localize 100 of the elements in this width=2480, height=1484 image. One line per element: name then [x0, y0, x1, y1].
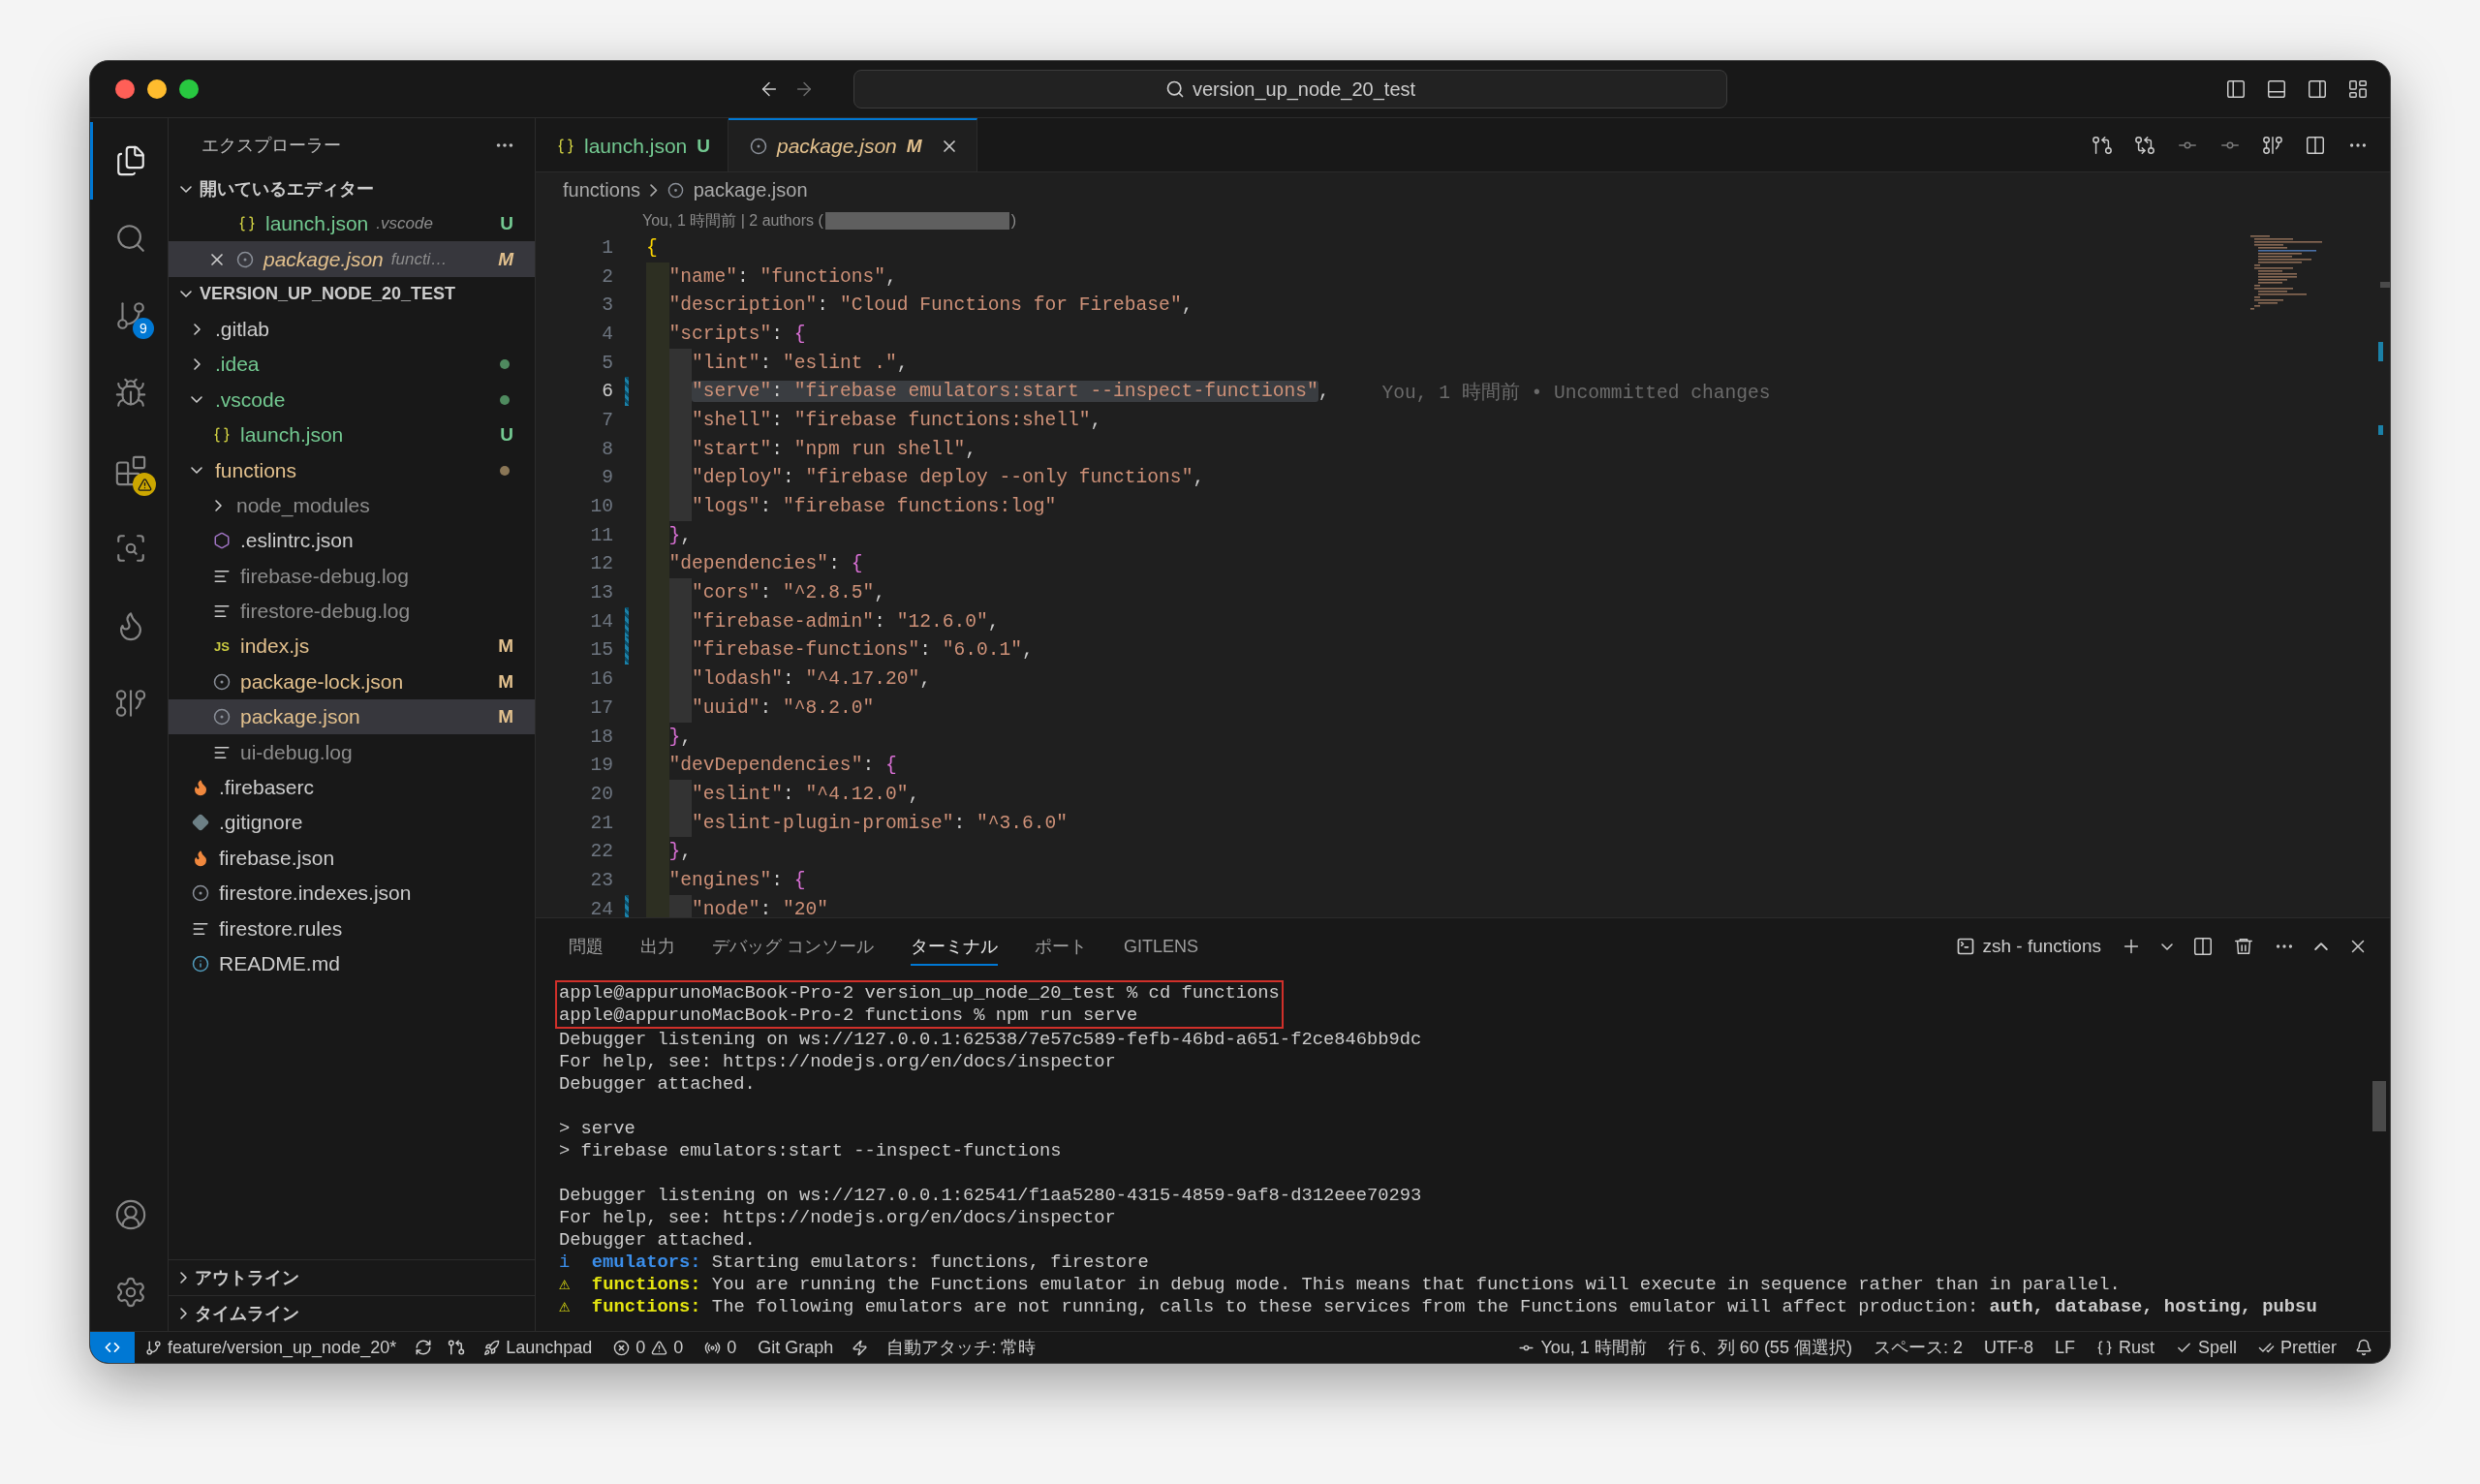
chevron-down-icon[interactable]: [191, 396, 202, 404]
folder-row[interactable]: .vscode: [169, 382, 535, 417]
open-editor-item[interactable]: package.json functi… M: [169, 241, 535, 277]
file-row[interactable]: README.md: [169, 945, 535, 982]
panel-tab[interactable]: GITLENS: [1124, 928, 1199, 965]
lightning-icon[interactable]: [852, 1339, 869, 1356]
file-row[interactable]: firebase.json: [169, 840, 535, 877]
chevron-right-icon[interactable]: [193, 323, 201, 335]
file-row[interactable]: firebase-debug.log: [169, 558, 535, 594]
blame-text[interactable]: You, 1 時間前 | 2 authors (: [642, 210, 823, 232]
language-item[interactable]: Rust: [2085, 1337, 2165, 1358]
git-status-label: M: [498, 706, 513, 728]
code-line: },: [668, 726, 693, 748]
code-line: "node": "20": [692, 898, 829, 917]
folder-row[interactable]: node_modules: [169, 487, 535, 524]
section-header[interactable]: 開いているエディター: [169, 171, 535, 206]
code-line: "eslint-plugin-promise": "^3.6.0": [692, 812, 1069, 834]
panel-right-icon[interactable]: [2307, 78, 2328, 100]
zoom-window-button[interactable]: [179, 79, 199, 99]
scrollbar-thumb[interactable]: [2380, 282, 2390, 288]
chevron-down-icon[interactable]: [2161, 943, 2173, 950]
blocks-icon: [113, 454, 147, 487]
command-search-field[interactable]: version_up_node_20_test: [853, 70, 1727, 108]
pull-request-icon[interactable]: [448, 1339, 466, 1356]
spell-item[interactable]: Spell: [2164, 1337, 2248, 1358]
count-badge: 9: [133, 318, 154, 339]
change-marker: [2378, 342, 2383, 361]
file-row[interactable]: firestore-debug.log: [169, 593, 535, 630]
open-editor-item[interactable]: launch.json .vscode U: [169, 206, 535, 242]
file-name: launch.json: [265, 212, 369, 236]
trash-icon[interactable]: [2233, 936, 2254, 957]
folder-hint: functi…: [390, 249, 448, 269]
chevron-down-icon[interactable]: [191, 467, 202, 475]
panel-bottom-icon[interactable]: [2266, 78, 2287, 100]
terminal-selector[interactable]: zsh - functions: [1955, 936, 2101, 957]
line-ending-item[interactable]: LF: [2043, 1337, 2086, 1358]
git-graph-item[interactable]: Git Graph: [747, 1337, 845, 1358]
panel-tab[interactable]: 問題: [569, 927, 604, 966]
code-line: "cors": "^2.8.5",: [692, 582, 885, 604]
file-row[interactable]: .firebaserc: [169, 769, 535, 806]
panel-tab[interactable]: ターミナル: [911, 927, 998, 966]
chevron-right-icon[interactable]: [180, 1272, 187, 1283]
layout-icon[interactable]: [2347, 78, 2369, 100]
cursor-position-item[interactable]: 行 6、列 60 (55 個選択): [1657, 1336, 1863, 1359]
scrollbar-thumb[interactable]: [2372, 1081, 2386, 1131]
folder-row[interactable]: .gitlab: [169, 311, 535, 348]
file-row[interactable]: firestore.rules: [169, 911, 535, 946]
file-row[interactable]: launch.json U: [169, 417, 535, 453]
terminal-line: ⚠ functions: The following emulators are not running, calls to these services from the Functions emulator will affect production: auth, database, hosting, pubsu: [559, 1296, 2317, 1318]
branch-item[interactable]: feature/version_up_node_20*: [135, 1337, 408, 1358]
activity-bar-item[interactable]: 9: [90, 277, 168, 355]
sync-icon[interactable]: [415, 1339, 433, 1356]
blame-item[interactable]: You, 1 時間前: [1507, 1336, 1658, 1359]
chevron-down-icon[interactable]: [180, 185, 192, 193]
bell-icon[interactable]: [2355, 1339, 2372, 1356]
file-name: functions: [215, 458, 297, 482]
encoding-item[interactable]: UTF-8: [1972, 1337, 2044, 1358]
chevron-right-icon[interactable]: [193, 358, 201, 371]
ports-item[interactable]: 0: [694, 1337, 748, 1358]
search-icon: [1164, 79, 1185, 99]
split-terminal-icon[interactable]: [2192, 936, 2214, 957]
section-header[interactable]: アウトライン: [169, 1259, 535, 1295]
panel-tab[interactable]: デバッグ コンソール: [712, 927, 874, 966]
panel-left-icon[interactable]: [2225, 78, 2247, 100]
remote-button[interactable]: [90, 1332, 135, 1363]
file-row[interactable]: firestore.indexes.json: [169, 876, 535, 912]
code-line: "start": "npm run shell",: [692, 438, 976, 460]
launchpad-item[interactable]: Launchpad: [473, 1337, 604, 1358]
breadcrumb-item[interactable]: functions: [563, 179, 641, 201]
indentation-item[interactable]: スペース: 2: [1862, 1336, 1973, 1359]
auto-attach-item[interactable]: 自動アタッチ: 常時: [876, 1336, 1047, 1359]
compare-arrows-icon[interactable]: [2134, 134, 2155, 156]
minimize-window-button[interactable]: [147, 79, 167, 99]
breadcrumb-item[interactable]: package.json: [693, 179, 808, 201]
problems-item[interactable]: 0 0: [603, 1337, 695, 1358]
prettier-item[interactable]: Prettier: [2247, 1337, 2347, 1358]
folder-row[interactable]: functions: [169, 452, 535, 488]
chevron-down-icon[interactable]: [180, 291, 192, 298]
file-row[interactable]: .gitignore: [169, 805, 535, 841]
editor-tab[interactable]: package.json M: [728, 118, 977, 171]
folder-row[interactable]: .idea: [169, 347, 535, 383]
chevron-up-icon[interactable]: [2314, 942, 2328, 951]
close-window-button[interactable]: [115, 79, 135, 99]
chevron-right-icon[interactable]: [214, 499, 222, 511]
git-graph-icon[interactable]: [2262, 134, 2283, 156]
file-name: .eslintrc.json: [240, 529, 354, 553]
section-header[interactable]: タイムライン: [169, 1295, 535, 1331]
file-row[interactable]: package-lock.json M: [169, 664, 535, 700]
panel-tab[interactable]: ポート: [1035, 927, 1087, 966]
panel-tab[interactable]: 出力: [640, 927, 675, 966]
file-row[interactable]: .eslintrc.json: [169, 523, 535, 559]
chevron-right-icon[interactable]: [650, 184, 658, 197]
account-icon[interactable]: [113, 1198, 147, 1231]
section-header[interactable]: VERSION_UP_NODE_20_TEST: [169, 276, 535, 312]
split-editor-icon[interactable]: [2305, 134, 2326, 156]
file-row[interactable]: ui-debug.log: [169, 734, 535, 770]
chevron-right-icon[interactable]: [180, 1308, 187, 1319]
file-row[interactable]: JS index.js M: [169, 629, 535, 665]
file-row[interactable]: package.json M: [169, 699, 535, 735]
compare-icon[interactable]: [2092, 134, 2113, 156]
